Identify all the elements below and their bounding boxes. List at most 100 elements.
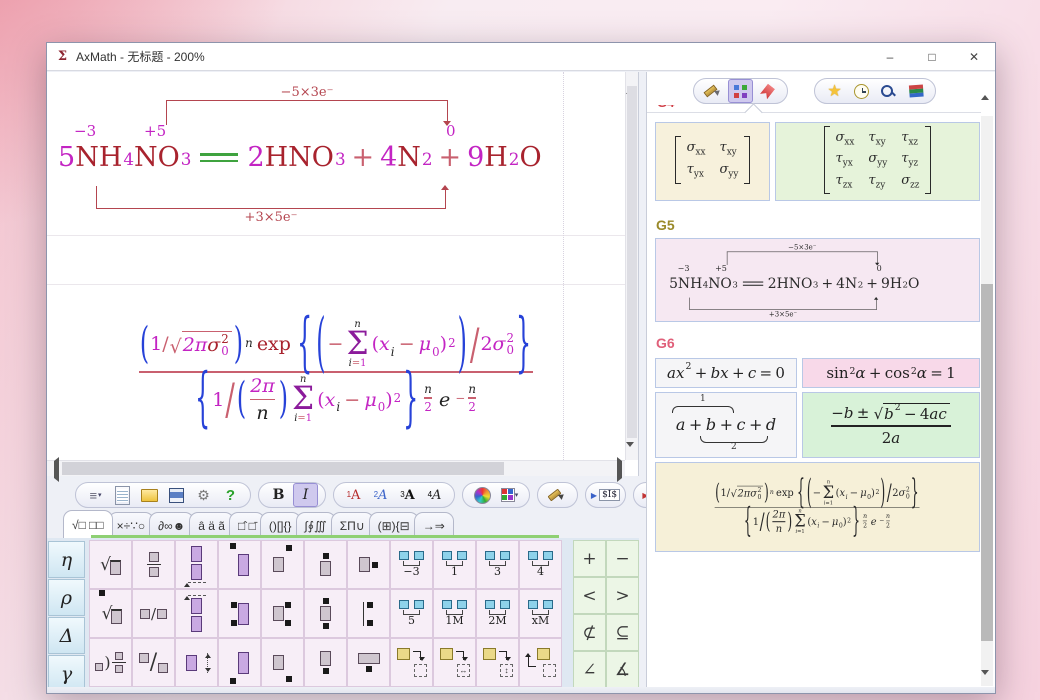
- panel-scroll-thumb[interactable]: [981, 284, 993, 641]
- chemistry-equation[interactable]: −3 +5 0 −5×3e⁻ +3×5e⁻ 5NH4 NO32HNO3+4N2+…: [56, 84, 616, 234]
- palette-cell-subsup[interactable]: [261, 589, 304, 638]
- palette-cell-wideunder[interactable]: [347, 638, 390, 687]
- palette-cell-barscripts[interactable]: [347, 589, 390, 638]
- chemical-formula[interactable]: 5NH4 NO32HNO3+4N2+9H2O: [58, 142, 542, 173]
- style3-button[interactable]: 3A: [395, 483, 420, 507]
- snippet-quadratic-equation[interactable]: ax2+bx+c=0: [655, 358, 797, 388]
- palette-cell-pair-3[interactable]: 3: [476, 540, 519, 589]
- inline-eq-group: $I$: [585, 482, 626, 508]
- symbol-cell[interactable]: ∠: [573, 651, 606, 688]
- snippet-brace-expression[interactable]: 1 2 a+b+c+d: [655, 392, 797, 458]
- palette-cell-move-up[interactable]: [519, 638, 562, 687]
- style4-button[interactable]: 4A: [422, 483, 447, 507]
- palette-cell-move[interactable]: [390, 638, 433, 687]
- gear-button[interactable]: [191, 483, 216, 507]
- library-grid-button[interactable]: [728, 79, 753, 103]
- greek-letter-button[interactable]: ρ: [48, 579, 85, 616]
- editor-canvas[interactable]: −3 +5 0 −5×3e⁻ +3×5e⁻ 5NH4 NO32HNO3+4N2+…: [47, 72, 639, 476]
- newdoc-button[interactable]: [110, 483, 135, 507]
- snippet-trig-identity[interactable]: sin2α+cos2α=1: [802, 358, 980, 388]
- snippet-quadratic-formula[interactable]: −b±√b2−4ac2a: [802, 392, 980, 458]
- palette-cell-presubsup[interactable]: [218, 589, 261, 638]
- snippet-matrix-2x2[interactable]: σxxτxyτyxσyy: [655, 122, 770, 201]
- play-eq-button[interactable]: $I$: [593, 483, 618, 507]
- symbol-cell[interactable]: −: [606, 540, 639, 577]
- symbol-cell[interactable]: +: [573, 540, 606, 577]
- books-button[interactable]: [903, 79, 928, 103]
- palette-cell-move-h[interactable]: ↔: [433, 638, 476, 687]
- palette-cell-move-v[interactable]: ↕: [476, 638, 519, 687]
- scroll-right-arrow[interactable]: [612, 461, 625, 474]
- palette-cell-dots[interactable]: [175, 638, 218, 687]
- palette-cell-overunder[interactable]: [304, 589, 347, 638]
- panel-scrollbar[interactable]: [981, 116, 993, 686]
- palette-cell-presup[interactable]: [218, 540, 261, 589]
- bold-button[interactable]: B: [266, 483, 291, 507]
- horizontal-scroll-thumb[interactable]: [62, 462, 504, 475]
- greek-letter-button[interactable]: η: [48, 541, 85, 578]
- italic-button[interactable]: I: [293, 483, 318, 507]
- vertical-scroll-thumb[interactable]: [627, 86, 637, 438]
- palette-cell-pair-−3[interactable]: −3: [390, 540, 433, 589]
- symbol-cell[interactable]: ⊄: [573, 614, 606, 651]
- palette-cell-fraci[interactable]: /: [132, 589, 175, 638]
- search-button[interactable]: [876, 79, 901, 103]
- minimize-button[interactable]: –: [869, 43, 911, 70]
- snippet-statistics-formula[interactable]: (1/√2πσ20)nexp{(−nΣi=1(xi−μ0)2)/2σ20}{1/…: [655, 462, 980, 552]
- palette-cell-pair-5[interactable]: 5: [390, 589, 433, 638]
- canvas-vertical-scrollbar[interactable]: [625, 72, 638, 460]
- scroll-up-arrow[interactable]: [626, 72, 639, 85]
- palette-cell-over[interactable]: [304, 540, 347, 589]
- palette-cell-sub[interactable]: [261, 638, 304, 687]
- greek-letter-button[interactable]: Δ: [48, 617, 85, 654]
- style1-button[interactable]: 1A: [341, 483, 366, 507]
- swatch-button[interactable]: [497, 483, 522, 507]
- snippet-chemistry-equation[interactable]: −3 +5 0 −5×3e⁻ +3×5e⁻ 5NH4 NO32HNO3+4N2+…: [655, 238, 980, 322]
- menu-button[interactable]: ▾: [83, 483, 108, 507]
- symbol-cell[interactable]: <: [573, 577, 606, 614]
- star-button[interactable]: [822, 79, 847, 103]
- palette-cell-pair-1M[interactable]: 1M: [433, 589, 476, 638]
- palette-cell-under[interactable]: [304, 638, 347, 687]
- symbol-cell[interactable]: >: [606, 577, 639, 614]
- style2-button[interactable]: 2A: [368, 483, 393, 507]
- format-brush-button[interactable]: [701, 79, 726, 103]
- tab-1[interactable]: √□ □□: [63, 510, 113, 538]
- bookmark-button[interactable]: [755, 79, 780, 103]
- palette-cell-midright[interactable]: [347, 540, 390, 589]
- maximize-button[interactable]: □: [911, 43, 953, 70]
- open-button[interactable]: [137, 483, 162, 507]
- palette-cell-nroot[interactable]: √: [89, 589, 132, 638]
- snippet-matrix-3x3[interactable]: σxxτxyτxzτyxσyyτyzτzxτzyσzz: [775, 122, 980, 201]
- palette-cell-ldiv[interactable]: ): [89, 638, 132, 687]
- statistics-formula[interactable]: (1/√2πσ20)nexp{(−nΣi=1(xi−μ0)2)/2σ20}{1/…: [47, 288, 625, 456]
- pen-button[interactable]: [545, 483, 570, 507]
- scroll-down-arrow[interactable]: [626, 447, 639, 460]
- clock-button[interactable]: [849, 79, 874, 103]
- wheel-button[interactable]: [470, 483, 495, 507]
- symbol-cell[interactable]: ⊆: [606, 614, 639, 651]
- main-toolbar: ▾? BI 1A2A3A4A $I$: [47, 480, 639, 510]
- palette-cell-pair-1[interactable]: 1: [433, 540, 476, 589]
- palette-cell-pair-2M[interactable]: 2M: [476, 589, 519, 638]
- palette-cell-stack-b[interactable]: [175, 540, 218, 589]
- palette-cell-sup[interactable]: [261, 540, 304, 589]
- library-panel: G4 σxxτxyτyxσyy σxxτxyτxzτyxσyyτyzτzxτzy…: [646, 72, 995, 693]
- palette-cell-pct[interactable]: /: [132, 638, 175, 687]
- help-button[interactable]: ?: [218, 483, 243, 507]
- palette-cell-fracv[interactable]: [132, 540, 175, 589]
- panel-scroll-up-arrow[interactable]: [981, 78, 994, 91]
- canvas-horizontal-scrollbar[interactable]: [47, 460, 625, 476]
- palette-cell-presub[interactable]: [218, 638, 261, 687]
- document-page[interactable]: −3 +5 0 −5×3e⁻ +3×5e⁻ 5NH4 NO32HNO3+4N2+…: [47, 72, 625, 460]
- palette-cell-pair-4[interactable]: 4: [519, 540, 562, 589]
- scroll-left-arrow[interactable]: [47, 461, 60, 474]
- palette-cell-pair-xM[interactable]: xM: [519, 589, 562, 638]
- symbol-cell[interactable]: ∡: [606, 651, 639, 688]
- titlebar[interactable]: Σ AxMath - 无标题 - 200% – □ ✕: [47, 43, 995, 71]
- palette-cell-stack-t[interactable]: [175, 589, 218, 638]
- save-button[interactable]: [164, 483, 189, 507]
- palette-cell-sqrt[interactable]: √: [89, 540, 132, 589]
- panel-pointer-notch: [744, 103, 762, 121]
- close-button[interactable]: ✕: [953, 43, 995, 70]
